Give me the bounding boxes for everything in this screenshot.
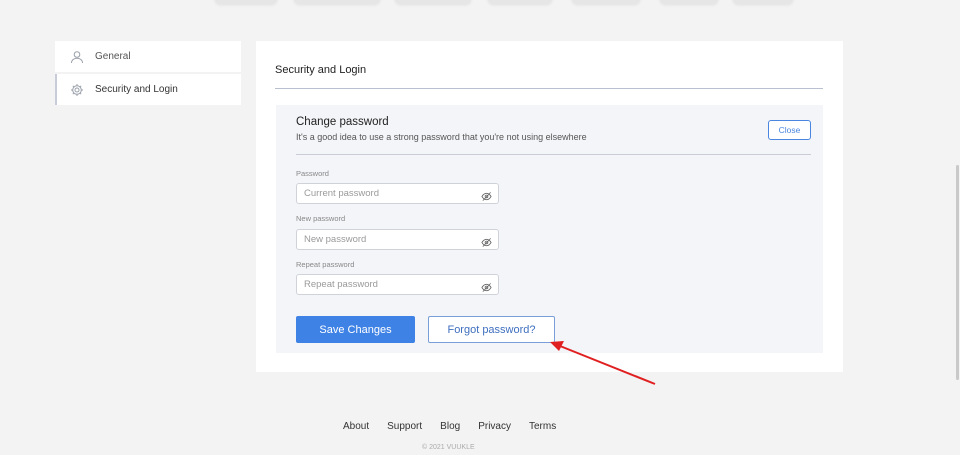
page-scrollbar[interactable] — [954, 0, 960, 455]
close-button[interactable]: Close — [768, 120, 811, 140]
top-nav-item[interactable] — [294, 0, 380, 4]
repeat-password-label: Repeat password — [296, 260, 355, 269]
panel-title: Change password — [296, 116, 389, 128]
repeat-password-field[interactable] — [296, 274, 499, 295]
security-card: Security and Login Change password It's … — [256, 41, 843, 372]
user-icon — [70, 50, 84, 64]
current-password-field[interactable] — [296, 183, 499, 204]
repeat-password-input[interactable] — [304, 279, 474, 290]
top-nav-item[interactable] — [488, 0, 552, 4]
footer-link-blog[interactable]: Blog — [440, 421, 460, 432]
footer-link-about[interactable]: About — [343, 421, 369, 432]
copyright: © 2021 VUUKLE — [422, 444, 475, 451]
footer-link-privacy[interactable]: Privacy — [478, 421, 511, 432]
sidebar-item-label: General — [95, 51, 131, 62]
forgot-password-button[interactable]: Forgot password? — [428, 316, 555, 343]
sidebar-item-security[interactable]: Security and Login — [55, 74, 241, 105]
eye-slash-icon[interactable] — [481, 280, 492, 292]
panel-divider — [296, 154, 811, 155]
page-title: Security and Login — [275, 64, 367, 76]
sidebar-item-general[interactable]: General — [55, 41, 241, 72]
top-nav-item[interactable] — [395, 0, 471, 4]
save-changes-button[interactable]: Save Changes — [296, 316, 415, 343]
top-nav — [0, 0, 960, 6]
top-nav-item[interactable] — [733, 0, 793, 4]
current-password-input[interactable] — [304, 188, 474, 199]
eye-slash-icon[interactable] — [481, 235, 492, 247]
new-password-input[interactable] — [304, 234, 474, 245]
settings-sidebar: General Security and Login — [55, 41, 241, 107]
top-nav-item[interactable] — [215, 0, 277, 4]
new-password-label: New password — [296, 214, 346, 223]
change-password-panel: Change password It's a good idea to use … — [276, 105, 823, 353]
scroll-thumb[interactable] — [956, 165, 959, 380]
gear-icon — [70, 83, 84, 97]
panel-subtitle: It's a good idea to use a strong passwor… — [296, 132, 587, 142]
sidebar-item-label: Security and Login — [95, 84, 178, 95]
footer-link-terms[interactable]: Terms — [529, 421, 556, 432]
footer-link-support[interactable]: Support — [387, 421, 422, 432]
title-divider — [275, 88, 823, 89]
footer-links: About Support Blog Privacy Terms — [343, 421, 556, 432]
top-nav-item[interactable] — [572, 0, 640, 4]
current-password-label: Password — [296, 169, 329, 178]
new-password-field[interactable] — [296, 229, 499, 250]
eye-slash-icon[interactable] — [481, 189, 492, 201]
top-nav-item[interactable] — [660, 0, 718, 4]
